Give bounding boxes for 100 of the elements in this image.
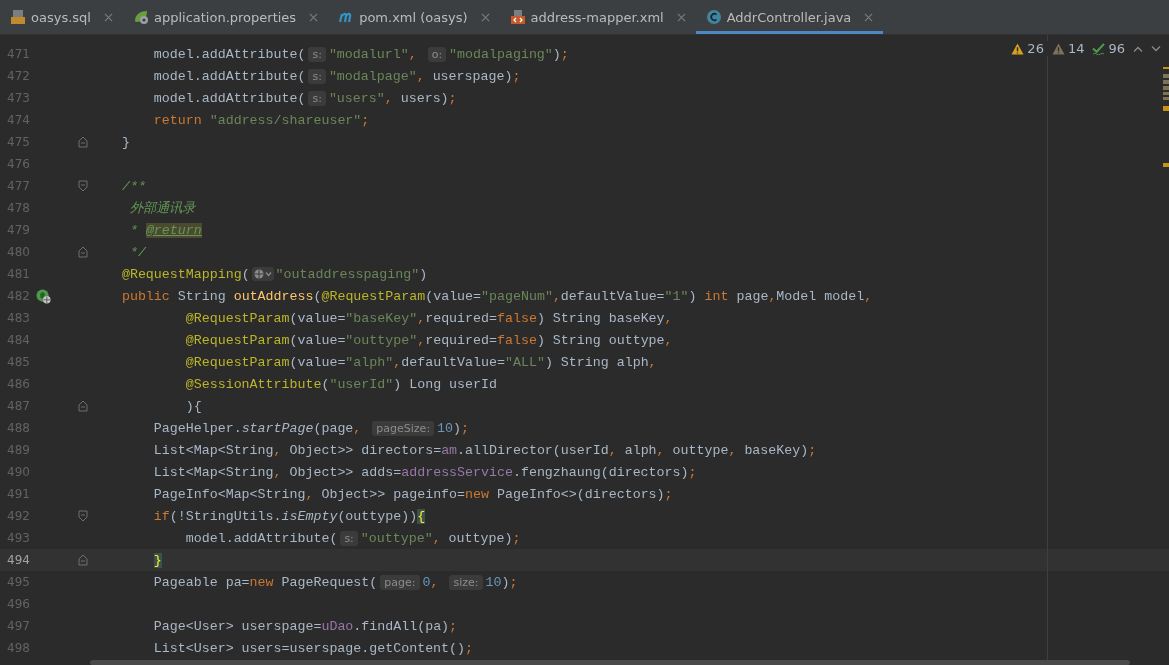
unfold-icon[interactable] [78,400,88,412]
string-literal: "outtype" [360,530,433,546]
code-text: userspage) [432,68,513,84]
string-literal: "pageNum" [481,288,553,304]
keyword: , [728,442,737,458]
keyword: , [305,486,314,502]
code-text: alph [624,442,657,458]
globe-icon[interactable] [251,267,274,281]
doc-comment: */ [129,244,146,260]
keyword: ; [461,420,470,436]
unfold-icon[interactable] [78,246,88,258]
inlay-hint: s: [308,46,326,62]
unfold-icon[interactable] [78,554,88,566]
code-text: Object>> adds= [289,464,402,480]
keyword: , [353,420,362,436]
line-number: 475 [6,135,30,149]
doc-comment: /** [121,178,146,194]
string-literal: "baseKey" [345,310,418,326]
editor-tab[interactable]: pom.xml (oasys) [328,0,500,34]
fold-icon[interactable] [78,510,88,522]
code-text: .allDirector(userId [457,442,609,458]
inlay-hint: pageSize: [372,420,435,436]
line-number: 481 [6,267,30,281]
code-text: page [736,288,769,304]
previous-icon[interactable] [1133,45,1143,52]
keyword: , [417,310,426,326]
code-text: outtype [672,442,729,458]
matched-brace: } [153,552,162,568]
editor-tab[interactable]: address-mapper.xml [499,0,696,34]
static-method: startPage [241,420,314,436]
doc-tag: @return [145,222,202,238]
line-number: 476 [6,157,30,171]
horizontal-scrollbar[interactable] [90,660,1130,665]
keyword: , [552,288,561,304]
keyword: if [153,508,170,524]
line-number: 471 [6,47,30,61]
code-text: ) [419,266,428,282]
next-icon[interactable] [1151,45,1161,52]
keyword: , [417,332,426,348]
inlay-hint: size: [449,574,483,590]
code-text: (outtype)) [337,508,418,524]
line-number: 479 [6,223,30,237]
inspection-count: 26 [1027,41,1044,56]
close-icon[interactable] [676,12,686,22]
line-number: 487 [6,399,30,413]
bean-globe-icon[interactable] [35,288,51,304]
code-text: (value= [289,310,346,326]
code-text: (value= [425,288,482,304]
code-text: Object>> directors= [289,442,442,458]
code-text: (page [313,420,354,436]
line-number: 488 [6,421,30,435]
code-text: Pageable pa= [153,574,250,590]
line-number: 497 [6,619,30,633]
line-number: 486 [6,377,30,391]
code-text: ) String baseKey [536,310,665,326]
keyword: , [656,442,665,458]
fold-icon[interactable] [78,180,88,192]
keyword: , [273,442,282,458]
editor-tab[interactable]: application.properties [122,0,329,34]
string-literal: "outaddresspaging" [275,266,420,282]
code-text: ) [501,574,510,590]
field-name: uDao [321,618,354,634]
keyword: , [768,288,777,304]
string-literal: "1" [664,288,689,304]
keyword: , [416,68,425,84]
inlay-hint: s: [308,90,326,106]
string-literal: "alph" [345,354,394,370]
annotation: @SessionAttribute [185,376,322,392]
unfold-icon[interactable] [78,136,88,148]
code-text: .fengzhaung(directors) [512,464,689,480]
keyword: , [273,464,282,480]
line-number: 498 [6,641,30,655]
warning-icon [1011,42,1025,55]
string-literal: "modalurl" [328,46,409,62]
inlay-hint: page: [380,574,420,590]
code-text: PageInfo<>(directors) [497,486,665,502]
doc-comment: 外部通讯录 [129,200,195,217]
code-text: model.addAttribute( [153,90,306,106]
inlay-hint: o: [427,46,447,62]
code-text: PageInfo<Map<String [153,486,306,502]
keyword: , [608,442,617,458]
string-literal: "address/shareuser" [209,112,362,128]
check-icon [1092,42,1106,55]
keyword: ; [512,68,521,84]
close-icon[interactable] [309,12,319,22]
code-text: ( [241,266,250,282]
code-text: outtype) [448,530,513,546]
keyword: ; [448,90,457,106]
keyword: , [432,530,441,546]
code-text: Model model [776,288,865,304]
editor-tab[interactable]: oasys.sql [0,0,123,34]
close-icon[interactable] [864,12,874,22]
code-text: String [177,288,226,304]
close-icon[interactable] [103,12,113,22]
line-number: 496 [6,597,30,611]
inspection-count: 14 [1067,41,1085,56]
keyword: , [430,574,439,590]
close-icon[interactable] [480,12,490,22]
keyword: public [121,288,170,304]
string-literal: "userId" [329,376,394,392]
